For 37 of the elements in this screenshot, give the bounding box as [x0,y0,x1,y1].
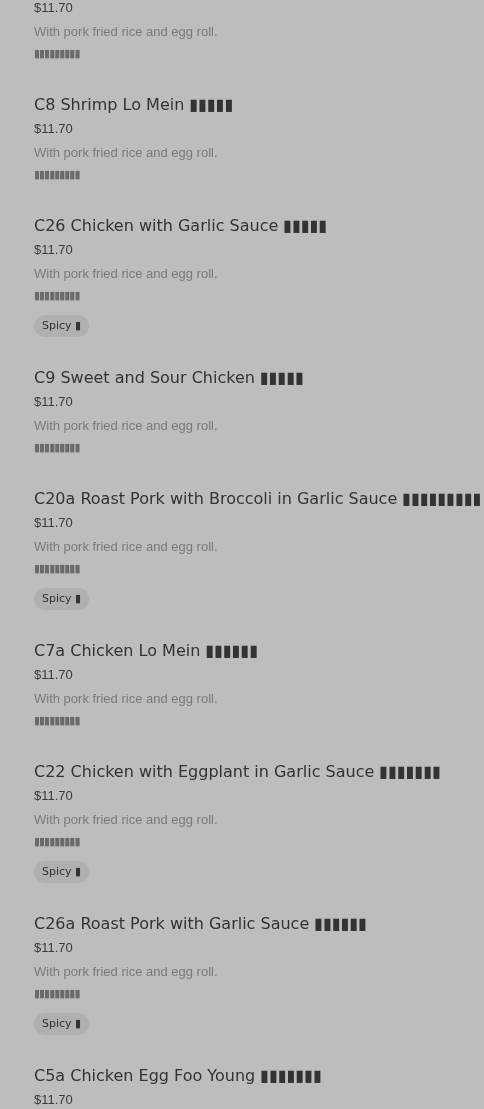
item-title: C20a Roast Pork with Broccoli in Garlic Sauce ▮▮▮▮▮▮▮▮▮ [34,488,482,510]
spicy-tag: Spicy ▮ [34,588,90,610]
item-price: $11.70 [34,939,73,957]
item-price: $11.70 [34,787,73,805]
item-note: ▮▮▮▮▮▮▮▮▮ [34,561,80,577]
item-title: C5a Chicken Egg Foo Young ▮▮▮▮▮▮▮ [34,1065,322,1087]
item-price: $11.70 [34,120,73,138]
item-title: C26 Chicken with Garlic Sauce ▮▮▮▮▮ [34,215,328,237]
item-price: $11.70 [34,1091,73,1109]
spicy-tag: Spicy ▮ [34,861,90,883]
item-price: $11.70 [34,241,73,259]
item-title: C22 Chicken with Eggplant in Garlic Sauce ▮▮▮▮▮▮▮ [34,761,441,783]
item-description: With pork fried rice and egg roll. [34,23,218,41]
item-price: $11.70 [34,666,73,684]
item-title: C26a Roast Pork with Garlic Sauce ▮▮▮▮▮▮ [34,913,368,935]
item-price: $11.70 [34,0,73,17]
item-note: ▮▮▮▮▮▮▮▮▮ [34,986,80,1002]
item-description: With pork fried rice and egg roll. [34,144,218,162]
item-note: ▮▮▮▮▮▮▮▮▮ [34,288,80,304]
item-title: C8 Shrimp Lo Mein ▮▮▮▮▮ [34,94,234,116]
item-note: ▮▮▮▮▮▮▮▮▮ [34,834,80,850]
item-note: ▮▮▮▮▮▮▮▮▮ [34,46,80,62]
item-title: C9 Sweet and Sour Chicken ▮▮▮▮▮ [34,367,304,389]
item-note: ▮▮▮▮▮▮▮▮▮ [34,713,80,729]
spicy-tag: Spicy ▮ [34,315,90,337]
item-price: $11.70 [34,393,73,411]
item-note: ▮▮▮▮▮▮▮▮▮ [34,167,80,183]
item-description: With pork fried rice and egg roll. [34,811,218,829]
item-description: With pork fried rice and egg roll. [34,690,218,708]
item-description: With pork fried rice and egg roll. [34,538,218,556]
spicy-tag: Spicy ▮ [34,1013,90,1035]
item-note: ▮▮▮▮▮▮▮▮▮ [34,440,80,456]
item-description: With pork fried rice and egg roll. [34,417,218,435]
item-title: C7a Chicken Lo Mein ▮▮▮▮▮▮ [34,640,259,662]
item-price: $11.70 [34,514,73,532]
item-description: With pork fried rice and egg roll. [34,265,218,283]
item-description: With pork fried rice and egg roll. [34,963,218,981]
